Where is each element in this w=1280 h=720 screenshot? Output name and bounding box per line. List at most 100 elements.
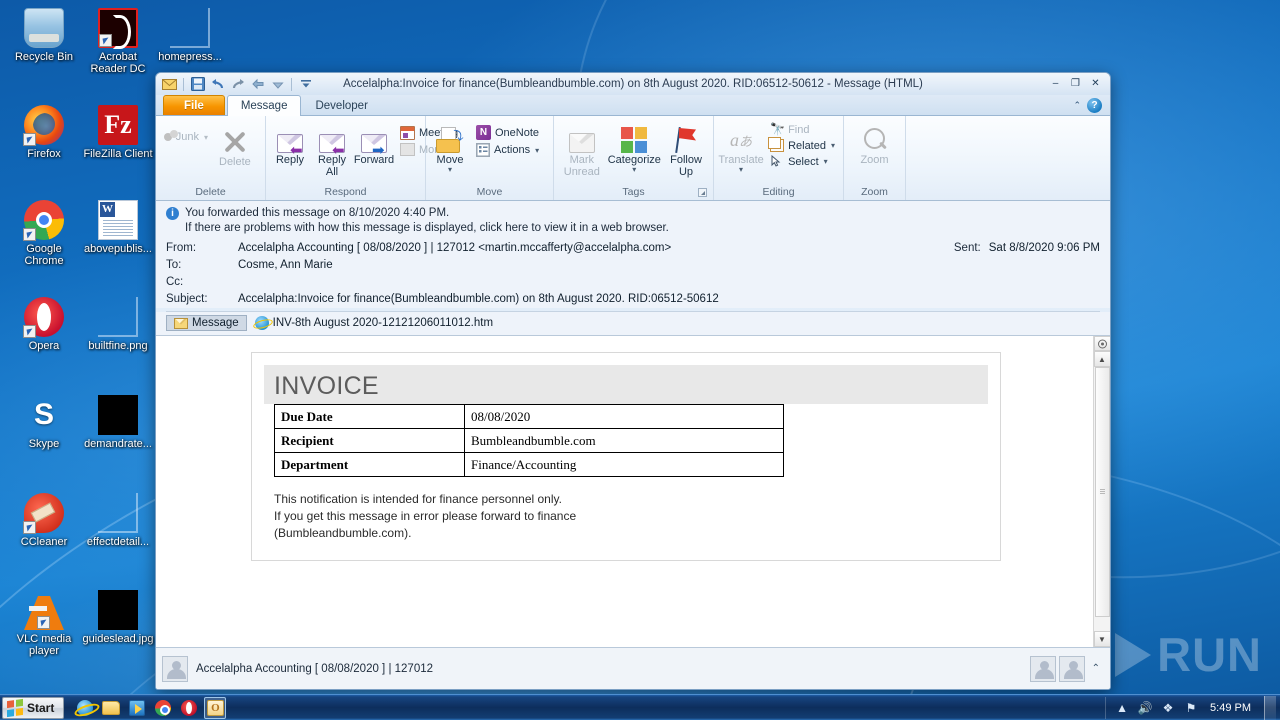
desktop-icon-google-chrome[interactable]: Google Chrome	[6, 200, 82, 267]
onenote-icon: N	[476, 125, 491, 140]
select-browse-object-button[interactable]	[1093, 336, 1110, 351]
ribbon[interactable]: Junk ▾ Delete Delete ⬅ Reply ⬅ Reply All…	[156, 116, 1110, 201]
taskbar[interactable]: Start O ▲ 🔊 ❖ ⚑ 5:49 PM	[0, 694, 1280, 720]
forward-button[interactable]: ➡ Forward	[354, 119, 394, 166]
reply-all-button[interactable]: ⬅ Reply All	[312, 119, 352, 178]
tab-message[interactable]: Message	[226, 95, 302, 116]
ribbon-empty-area	[906, 116, 1110, 200]
help-button[interactable]: ?	[1087, 98, 1102, 113]
redo-icon[interactable]	[229, 76, 246, 92]
quick-access-toolbar[interactable]	[156, 76, 314, 92]
attachment-bar[interactable]: Message INV-8th August 2020-121212060110…	[156, 312, 1110, 336]
desktop-icon-demandrate[interactable]: demandrate...	[80, 395, 156, 450]
show-hidden-icons-button[interactable]: ▲	[1114, 700, 1130, 716]
desktop-icon-acrobat-reader-dc[interactable]: Acrobat Reader DC	[80, 8, 156, 75]
people-pane-controls[interactable]: ⌃	[1029, 655, 1104, 682]
message-body-area[interactable]: INVOICE Due Date 08/08/2020 Recipient Bu…	[156, 336, 1093, 647]
taskbar-item-windows-media-player[interactable]	[126, 697, 148, 719]
scrollbar-thumb[interactable]	[1094, 367, 1110, 617]
desktop-icon-guideslead-jpg[interactable]: guideslead.jpg	[80, 590, 156, 645]
next-item-icon[interactable]	[269, 76, 286, 92]
delete-button[interactable]: Delete	[214, 121, 256, 168]
from-value[interactable]: Accelalpha Accounting [ 08/08/2020 ] | 1…	[238, 240, 954, 257]
onenote-button[interactable]: N OneNote	[472, 124, 543, 141]
to-value[interactable]: Cosme, Ann Marie	[238, 257, 1100, 274]
categorize-button[interactable]: Categorize ▾	[608, 119, 661, 174]
scrollbar-track[interactable]	[1093, 367, 1110, 631]
outlook-message-window[interactable]: Accelalpha:Invoice for finance(Bumbleand…	[155, 72, 1111, 690]
taskbar-item-opera[interactable]	[178, 697, 200, 719]
desktop-icon-ccleaner[interactable]: CCleaner	[6, 493, 82, 548]
message-info-bar[interactable]: i You forwarded this message on 8/10/202…	[156, 201, 1110, 238]
desktop-icon-homepress[interactable]: homepress...	[152, 8, 228, 63]
desktop-icon-opera[interactable]: Opera	[6, 297, 82, 352]
desktop-icon-firefox[interactable]: Firefox	[6, 105, 82, 160]
scroll-up-button[interactable]: ▲	[1093, 351, 1110, 367]
chevron-down-icon[interactable]: ▾	[632, 166, 636, 174]
desktop-icon-builtfine-png[interactable]: builtfine.png	[80, 297, 156, 352]
previous-item-icon[interactable]	[249, 76, 266, 92]
action-center-flag-icon[interactable]: ⚑	[1183, 700, 1199, 716]
customize-qat-icon[interactable]	[297, 76, 314, 92]
start-button[interactable]: Start	[2, 696, 65, 719]
desktop-icon-filezilla-client[interactable]: Fz FileZilla Client	[80, 105, 156, 160]
desktop-icon-effectdetail[interactable]: effectdetail...	[80, 493, 156, 548]
message-envelope-icon	[174, 317, 188, 329]
show-desktop-button[interactable]	[1264, 695, 1276, 720]
cc-value[interactable]	[238, 274, 1100, 291]
reading-pane[interactable]: INVOICE Due Date 08/08/2020 Recipient Bu…	[156, 336, 1110, 647]
network-icon[interactable]: ❖	[1160, 700, 1176, 716]
desktop-icon-recycle-bin[interactable]: Recycle Bin	[6, 8, 82, 63]
web-browser-notice[interactable]: If there are problems with how this mess…	[185, 222, 1100, 234]
taskbar-item-google-chrome[interactable]	[152, 697, 174, 719]
desktop-icon-abovepublis[interactable]: abovepublis...	[80, 200, 156, 255]
save-icon[interactable]	[189, 76, 206, 92]
translate-button[interactable]: aあ Translate ▾	[718, 119, 764, 174]
undo-icon[interactable]	[209, 76, 226, 92]
mark-unread-button[interactable]: Mark Unread	[558, 119, 606, 178]
maximize-button[interactable]: ❐	[1066, 77, 1085, 92]
chevron-down-icon[interactable]: ▾	[739, 166, 743, 174]
ribbon-tab-right-controls[interactable]: ⌃ ?	[1073, 98, 1110, 115]
junk-button[interactable]: Junk ▾	[160, 129, 212, 145]
people-pane-contact: Accelalpha Accounting [ 08/08/2020 ] | 1…	[196, 662, 434, 675]
find-button[interactable]: 🔭 Find	[766, 122, 839, 137]
message-icon[interactable]	[161, 76, 178, 92]
window-titlebar[interactable]: Accelalpha:Invoice for finance(Bumbleand…	[156, 73, 1110, 95]
volume-icon[interactable]: 🔊	[1137, 700, 1153, 716]
clock[interactable]: 5:49 PM	[1206, 702, 1255, 714]
desktop-icon-vlc-media-player[interactable]: VLC media player	[6, 590, 82, 657]
ribbon-group-tags: Mark Unread Categorize ▾ Follow Up Tags	[554, 116, 714, 200]
desktop-icon-label: Skype	[28, 438, 60, 450]
actions-button[interactable]: Actions ▾	[472, 142, 543, 158]
window-controls[interactable]: – ❐ ✕	[1046, 77, 1110, 92]
minimize-button[interactable]: –	[1046, 77, 1065, 92]
move-button[interactable]: ⤵ Move ▾	[430, 119, 470, 174]
chevron-down-icon[interactable]: ▾	[448, 166, 452, 174]
tab-developer[interactable]: Developer	[301, 95, 381, 115]
collapse-ribbon-button[interactable]: ⌃	[1073, 100, 1081, 111]
reply-button[interactable]: ⬅ Reply	[270, 119, 310, 166]
taskbar-item-outlook[interactable]: O	[204, 696, 227, 719]
select-button[interactable]: Select ▾	[766, 154, 839, 169]
scroll-down-button[interactable]: ▼	[1093, 631, 1110, 647]
avatar[interactable]	[1058, 655, 1085, 682]
attachment-tab-message[interactable]: Message	[166, 315, 247, 331]
ribbon-tabs[interactable]: File Message Developer ⌃ ?	[156, 95, 1110, 116]
system-tray[interactable]: ▲ 🔊 ❖ ⚑ 5:49 PM	[1105, 695, 1280, 720]
close-button[interactable]: ✕	[1086, 77, 1105, 92]
follow-up-button[interactable]: Follow Up	[663, 119, 709, 178]
taskbar-item-internet-explorer[interactable]	[74, 697, 96, 719]
attachment-tab-htm-file[interactable]: INV-8th August 2020-12121206011012.htm	[247, 314, 501, 332]
zoom-button[interactable]: Zoom	[855, 119, 895, 166]
vertical-scrollbar[interactable]: ▲ ▼	[1093, 336, 1110, 647]
taskbar-item-windows-explorer[interactable]	[100, 697, 122, 719]
sent-label: Sent:	[953, 242, 981, 254]
avatar[interactable]	[1029, 655, 1056, 682]
tags-dialog-launcher-icon[interactable]	[698, 188, 707, 197]
desktop-icon-skype[interactable]: S Skype	[6, 395, 82, 450]
tab-file[interactable]: File	[163, 95, 225, 115]
expand-people-pane-button[interactable]: ⌃	[1088, 663, 1104, 674]
people-pane[interactable]: Accelalpha Accounting [ 08/08/2020 ] | 1…	[156, 647, 1110, 689]
related-button[interactable]: Related ▾	[766, 137, 839, 153]
